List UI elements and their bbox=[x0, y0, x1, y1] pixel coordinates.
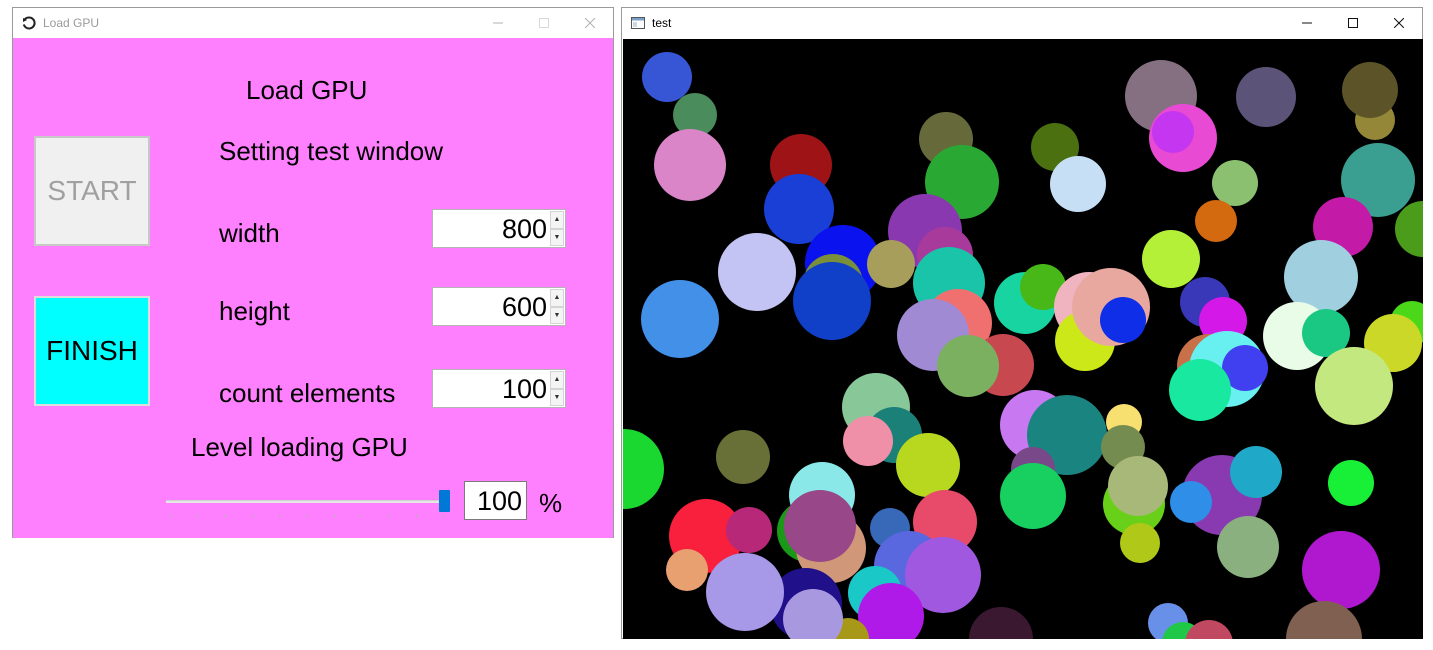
level-slider-track[interactable] bbox=[166, 500, 448, 503]
render-circle bbox=[1000, 463, 1066, 529]
refresh-icon bbox=[21, 15, 37, 31]
render-circle bbox=[1152, 111, 1194, 153]
level-value-field[interactable]: 100 bbox=[464, 481, 527, 520]
circles-canvas bbox=[623, 52, 1423, 639]
render-circle bbox=[1108, 456, 1168, 516]
slider-tick bbox=[251, 515, 253, 518]
count-value[interactable]: 100 bbox=[502, 374, 547, 405]
render-circle bbox=[641, 280, 719, 358]
render-circle bbox=[1169, 359, 1231, 421]
render-circle bbox=[1170, 481, 1212, 523]
slider-tick bbox=[306, 515, 308, 518]
close-button[interactable] bbox=[567, 8, 613, 37]
render-circle bbox=[793, 262, 871, 340]
window-title: Load GPU bbox=[43, 15, 100, 30]
count-spinbox[interactable]: 100 ▲ ▼ bbox=[432, 369, 566, 408]
maximize-button[interactable] bbox=[521, 8, 567, 37]
slider-tick bbox=[415, 515, 417, 518]
render-circle bbox=[1100, 297, 1146, 343]
render-circle bbox=[843, 416, 893, 466]
render-circle bbox=[726, 507, 772, 553]
width-label: width bbox=[219, 218, 280, 248]
render-circle bbox=[706, 553, 784, 631]
load-gpu-window: Load GPU Load GPU START FINISH Setting t… bbox=[12, 7, 614, 538]
slider-tick bbox=[443, 515, 444, 518]
close-icon bbox=[585, 17, 595, 28]
render-circle bbox=[1315, 347, 1393, 425]
minimize-button[interactable] bbox=[1284, 8, 1330, 38]
finish-button[interactable]: FINISH bbox=[34, 296, 150, 406]
level-value[interactable]: 100 bbox=[477, 486, 522, 517]
render-circle bbox=[1302, 531, 1380, 609]
render-canvas bbox=[623, 39, 1423, 639]
maximize-icon bbox=[539, 17, 549, 28]
count-down-arrow-icon[interactable]: ▼ bbox=[550, 388, 564, 406]
maximize-button[interactable] bbox=[1330, 8, 1376, 38]
load-gpu-titlebar[interactable]: Load GPU bbox=[13, 8, 613, 37]
render-circle bbox=[642, 52, 692, 102]
render-circle bbox=[1050, 156, 1106, 212]
slider-tick bbox=[333, 515, 335, 518]
render-circle bbox=[666, 549, 708, 591]
render-circle bbox=[896, 433, 960, 497]
render-circle bbox=[1328, 460, 1374, 506]
height-spinbox[interactable]: 600 ▲ ▼ bbox=[432, 287, 566, 326]
percent-label: % bbox=[539, 488, 563, 518]
slider-tick bbox=[388, 515, 390, 518]
render-circle bbox=[1195, 200, 1237, 242]
width-up-arrow-icon[interactable]: ▲ bbox=[550, 211, 564, 229]
close-icon bbox=[1394, 18, 1404, 28]
render-circle bbox=[1142, 230, 1200, 288]
slider-tick bbox=[197, 515, 199, 518]
slider-tick bbox=[170, 515, 171, 518]
width-value[interactable]: 800 bbox=[502, 214, 547, 245]
load-gpu-client: Load GPU START FINISH Setting test windo… bbox=[13, 38, 613, 538]
page-title: Load GPU bbox=[246, 75, 368, 105]
width-spinbox[interactable]: 800 ▲ ▼ bbox=[432, 209, 566, 248]
count-up-arrow-icon[interactable]: ▲ bbox=[550, 371, 564, 389]
render-circle bbox=[1212, 160, 1258, 206]
count-label: count elements bbox=[219, 378, 396, 408]
close-button[interactable] bbox=[1376, 8, 1422, 38]
render-circle bbox=[969, 607, 1033, 639]
slider-tick bbox=[361, 515, 363, 518]
render-circle bbox=[1342, 62, 1398, 118]
settings-heading: Setting test window bbox=[219, 136, 444, 166]
slider-ticks bbox=[170, 515, 445, 518]
render-circle bbox=[1217, 516, 1279, 578]
render-circle bbox=[1185, 620, 1233, 639]
slider-tick bbox=[224, 515, 226, 518]
window-icon bbox=[630, 15, 646, 31]
render-circle bbox=[1230, 446, 1282, 498]
render-circle bbox=[784, 490, 856, 562]
window-title: test bbox=[652, 16, 672, 30]
render-circle bbox=[937, 335, 999, 397]
test-titlebar[interactable]: test bbox=[622, 8, 1422, 38]
height-up-arrow-icon[interactable]: ▲ bbox=[550, 289, 564, 307]
level-label: Level loading GPU bbox=[191, 432, 408, 462]
render-circle bbox=[716, 430, 770, 484]
maximize-icon bbox=[1348, 18, 1358, 28]
width-down-arrow-icon[interactable]: ▼ bbox=[550, 228, 564, 246]
render-circle bbox=[867, 240, 915, 288]
render-circle bbox=[623, 429, 664, 509]
height-value[interactable]: 600 bbox=[502, 292, 547, 323]
render-circle bbox=[718, 233, 796, 311]
height-down-arrow-icon[interactable]: ▼ bbox=[550, 306, 564, 324]
minimize-button[interactable] bbox=[475, 8, 521, 37]
minimize-icon bbox=[493, 22, 503, 23]
test-window: test bbox=[621, 7, 1423, 639]
render-circle bbox=[1120, 523, 1160, 563]
level-slider-thumb[interactable] bbox=[439, 490, 450, 512]
start-button[interactable]: START bbox=[34, 136, 150, 246]
height-label: height bbox=[219, 296, 290, 326]
render-circle bbox=[1236, 67, 1296, 127]
render-circle bbox=[654, 129, 726, 201]
minimize-icon bbox=[1302, 22, 1312, 24]
slider-tick bbox=[279, 515, 281, 518]
